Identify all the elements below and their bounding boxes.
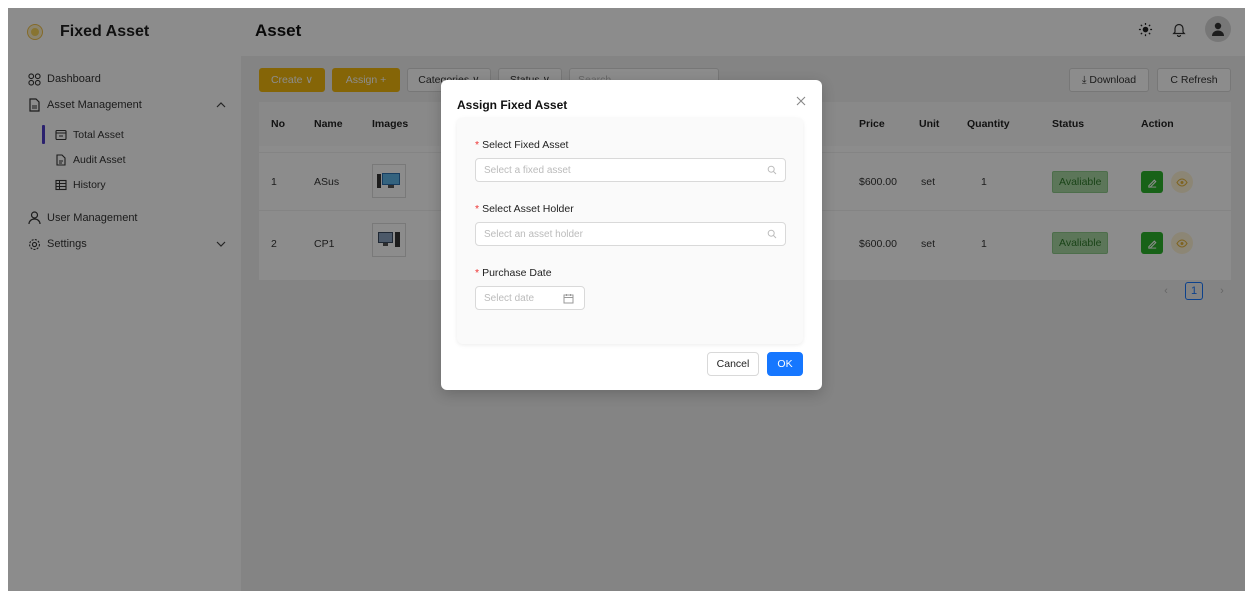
ok-button[interactable]: OK — [767, 352, 803, 376]
cancel-button[interactable]: Cancel — [707, 352, 759, 376]
search-icon — [767, 229, 777, 239]
asset-holder-select[interactable]: Select an asset holder — [475, 222, 786, 246]
app-window: Fixed Asset Dashboard Asset Management T… — [8, 8, 1245, 591]
calendar-icon — [563, 293, 574, 304]
label-text: Select Fixed Asset — [482, 139, 569, 151]
asset-holder-label: * Select Asset Holder — [475, 203, 574, 215]
fixed-asset-select[interactable]: Select a fixed asset — [475, 158, 786, 182]
assign-fixed-asset-modal: Assign Fixed Asset * Select Fixed Asset S… — [441, 80, 822, 390]
label-text: Purchase Date — [482, 267, 552, 279]
required-marker: * — [475, 267, 480, 279]
modal-title: Assign Fixed Asset — [457, 98, 568, 112]
purchase-date-picker[interactable]: Select date — [475, 286, 585, 310]
date-placeholder: Select date — [484, 292, 535, 304]
fixed-asset-label: * Select Fixed Asset — [475, 139, 568, 151]
required-marker: * — [475, 139, 480, 151]
assign-form: * Select Fixed Asset Select a fixed asset… — [457, 118, 803, 344]
label-text: Select Asset Holder — [482, 203, 574, 215]
close-icon[interactable] — [794, 94, 808, 108]
required-marker: * — [475, 203, 480, 215]
fixed-asset-placeholder: Select a fixed asset — [484, 164, 571, 176]
purchase-date-label: * Purchase Date — [475, 267, 552, 279]
asset-holder-placeholder: Select an asset holder — [484, 228, 583, 240]
search-icon — [767, 165, 777, 175]
